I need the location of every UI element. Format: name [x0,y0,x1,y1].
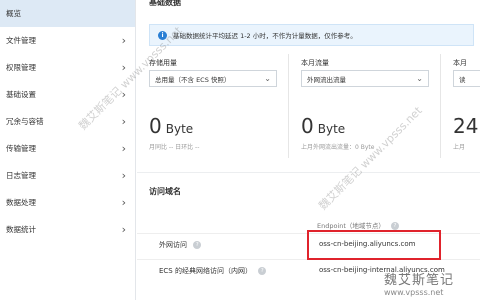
sidebar-item-data-processing[interactable]: 数据处理 › [0,189,135,216]
select-value: 总用量（不含 ECS 快照） [155,75,231,84]
row-label-text: 外网访问 [159,241,187,249]
chevron-right-icon: › [121,142,126,155]
chevron-right-icon: › [121,223,126,236]
row-label: 外网访问 ? [159,240,202,250]
help-icon[interactable]: ? [391,222,400,230]
highlight-box [307,230,441,260]
row-label: ECS 的经典网络访问（内网） ? [159,266,267,276]
endpoint-column-header: Endpoint（地域节点） ? [317,220,400,230]
notice-text: 基础数据统计平均延迟 1-2 小时，不作为计量数据，仅作参考。 [173,32,357,40]
stat-card-requests: 本月 读 24 上月 [441,54,480,158]
card-title: 本月 [453,59,467,67]
sidebar-item-overview[interactable]: 概览 [0,0,135,27]
card-title: 本月流量 [301,59,329,67]
help-icon[interactable]: ? [258,267,267,275]
chevron-down-icon: ⌄ [264,74,271,83]
sidebar-item-label: 日志管理 [6,171,36,180]
requests-value: 24 [453,114,478,138]
sidebar-item-label: 传输管理 [6,144,36,153]
sidebar-item-permission-management[interactable]: 权限管理 › [0,54,135,81]
value-unit: Byte [165,122,194,136]
info-notice: i 基础数据统计平均延迟 1-2 小时，不作为计量数据，仅作参考。 [149,24,474,46]
sidebar-item-label: 概览 [6,9,21,18]
stat-card-traffic: 本月流量 外网流出流量 ⌄ 0 Byte 上月外网流出流量：0 Byte [289,54,441,158]
value-unit: Byte [317,122,346,136]
sidebar-item-label: 数据统计 [6,225,36,234]
main-panel: 基础数据 i 基础数据统计平均延迟 1-2 小时，不作为计量数据，仅作参考。 存… [137,0,480,300]
request-type-select[interactable]: 读 [453,70,480,87]
card-subtext: 上月 [453,144,466,151]
storage-value: 0 Byte [149,114,193,138]
traffic-type-select[interactable]: 外网流出流量 ⌄ [301,70,429,87]
row-label-text: ECS 的经典网络访问（内网） [159,267,252,275]
value-number: 0 [149,114,162,138]
sidebar-item-basic-settings[interactable]: 基础设置 › [0,81,135,108]
sidebar-item-transfer-management[interactable]: 传输管理 › [0,135,135,162]
sidebar-item-data-statistics[interactable]: 数据统计 › [0,216,135,243]
endpoint-value[interactable]: oss-cn-beijing-internal.aliyuncs.com [319,266,445,274]
traffic-value: 0 Byte [301,114,345,138]
select-value: 读 [459,75,466,84]
table-row: ECS 的经典网络访问（内网） ? oss-cn-beijing-interna… [137,259,480,281]
card-subtext: 月同比 -- 日环比 -- [149,144,200,151]
chevron-right-icon: › [121,61,126,74]
value-number: 24 [453,114,479,138]
chevron-right-icon: › [121,115,126,128]
chevron-right-icon: › [121,169,126,182]
sidebar-item-log-management[interactable]: 日志管理 › [0,162,135,189]
card-title: 存储用量 [149,59,177,67]
info-icon: i [158,30,167,40]
sidebar-item-label: 权限管理 [6,63,36,72]
chevron-down-icon: ⌄ [416,74,423,83]
help-icon[interactable]: ? [193,241,202,249]
endpoint-header-label: Endpoint（地域节点） [317,222,385,230]
sidebar-item-file-management[interactable]: 文件管理 › [0,27,135,54]
section-divider [137,172,480,173]
sidebar-item-label: 基础设置 [6,90,36,99]
section-title-access-domain: 访问域名 [149,187,181,196]
value-number: 0 [301,114,314,138]
sidebar-item-label: 冗余与容错 [6,117,44,126]
chevron-right-icon: › [121,88,126,101]
select-value: 外网流出流量 [307,75,346,84]
card-subtext: 上月外网流出流量：0 Byte [301,144,375,151]
section-title-basic-data: 基础数据 [149,0,181,7]
sidebar-item-label: 数据处理 [6,198,36,207]
stat-card-storage: 存储用量 总用量（不含 ECS 快照） ⌄ 0 Byte 月同比 -- 日环比 -… [137,54,289,158]
sidebar-item-redundancy[interactable]: 冗余与容错 › [0,108,135,135]
chevron-right-icon: › [121,34,126,47]
chevron-right-icon: › [121,196,126,209]
storage-type-select[interactable]: 总用量（不含 ECS 快照） ⌄ [149,70,277,87]
sidebar-item-label: 文件管理 [6,36,36,45]
sidebar: 概览 文件管理 › 权限管理 › 基础设置 › 冗余与容错 › 传输管理 › 日… [0,0,136,300]
